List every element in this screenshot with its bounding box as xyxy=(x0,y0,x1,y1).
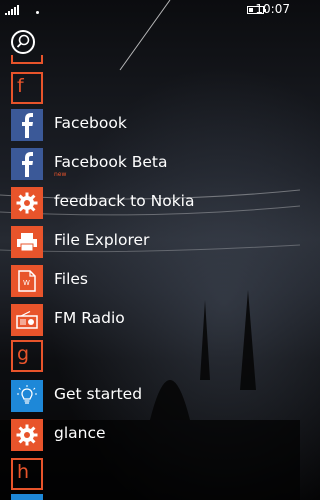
search-button[interactable] xyxy=(11,30,35,54)
section-header-h[interactable]: h xyxy=(11,458,43,490)
app-label: feedback to Nokia xyxy=(54,192,195,210)
app-tile xyxy=(11,187,43,219)
document-icon: W xyxy=(18,270,36,292)
app-label: Facebook Beta xyxy=(54,153,168,171)
app-item-glance[interactable]: glance xyxy=(0,416,300,455)
section-header-f[interactable]: f xyxy=(11,72,43,104)
app-item-facebook[interactable]: Facebook xyxy=(0,106,300,145)
facebook-icon xyxy=(22,113,33,138)
tile-partial xyxy=(11,55,43,64)
battery-level xyxy=(249,8,253,12)
app-item-facebook-beta[interactable]: Facebook Beta new xyxy=(0,145,300,184)
gear-icon xyxy=(16,192,38,214)
app-label: glance xyxy=(54,424,106,442)
printer-icon xyxy=(17,233,37,252)
app-item-file-explorer[interactable]: File Explorer xyxy=(0,223,300,262)
new-badge: new xyxy=(54,171,67,178)
app-item-fm-radio[interactable]: FM Radio xyxy=(0,301,300,340)
gear-icon xyxy=(16,424,38,446)
app-label: Files xyxy=(54,270,89,288)
clock: 10:07 xyxy=(255,2,290,16)
app-label: Facebook xyxy=(54,114,127,132)
app-tile xyxy=(11,109,43,141)
app-tile: W xyxy=(11,265,43,297)
app-item-files[interactable]: W Files xyxy=(0,262,300,301)
tile-partial xyxy=(11,494,43,500)
section-header-g[interactable]: g xyxy=(11,340,43,372)
app-tile xyxy=(11,380,43,412)
app-tile xyxy=(11,148,43,180)
app-label: Get started xyxy=(54,385,143,403)
app-tile xyxy=(11,419,43,451)
app-item-feedback-to-nokia[interactable]: feedback to Nokia xyxy=(0,184,300,223)
lightbulb-icon xyxy=(17,385,37,404)
status-bar: 10:07 xyxy=(0,0,300,20)
app-tile xyxy=(11,226,43,258)
app-label: File Explorer xyxy=(54,231,150,249)
facebook-icon xyxy=(22,152,33,177)
app-label: FM Radio xyxy=(54,309,125,327)
search-icon xyxy=(16,34,30,48)
signal-icon xyxy=(5,5,19,15)
status-dot xyxy=(36,11,39,14)
app-item-get-started[interactable]: Get started xyxy=(0,377,300,416)
svg-text:W: W xyxy=(23,279,30,287)
radio-icon xyxy=(16,311,38,329)
app-tile xyxy=(11,304,43,336)
